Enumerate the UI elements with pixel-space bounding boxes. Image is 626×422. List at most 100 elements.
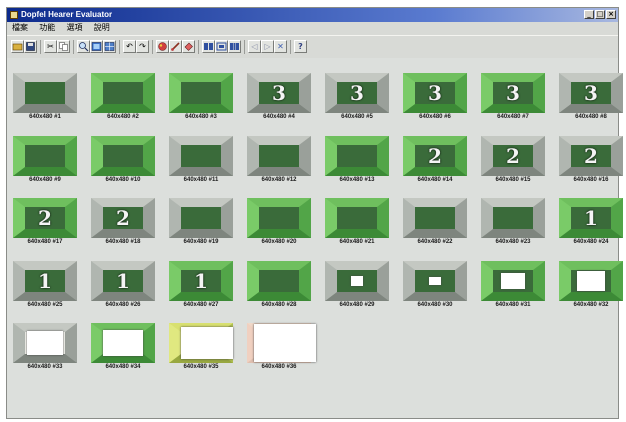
thumbnail-white-box [254, 324, 316, 362]
thumbnail-item[interactable]: 640x480 #35 [169, 323, 233, 370]
thumbnail-caption: 640x480 #9 [29, 177, 61, 183]
save-icon[interactable] [24, 40, 37, 53]
thumbnail-item[interactable]: 1 640x480 #24 [559, 198, 623, 245]
thumbnail-caption: 640x480 #5 [341, 114, 373, 120]
view-icon[interactable] [90, 40, 103, 53]
thumbnail-item[interactable]: 3 640x480 #5 [325, 73, 389, 120]
thumbnail-caption: 640x480 #2 [107, 114, 139, 120]
toolbar-separator [290, 40, 291, 54]
thumbnail-caption: 640x480 #1 [29, 114, 61, 120]
thumbnail-item[interactable]: 640x480 #28 [247, 261, 311, 308]
thumbnail-image [13, 323, 77, 363]
toolbar-separator [152, 40, 153, 54]
thumbnail-caption: 640x480 #13 [339, 177, 375, 183]
thumbnail-item[interactable]: 2 640x480 #15 [481, 136, 545, 183]
thumbnail-item[interactable]: 3 640x480 #7 [481, 73, 545, 120]
thumbnail-digit: 1 [584, 206, 598, 230]
thumbnail-item[interactable]: 3 640x480 #4 [247, 73, 311, 120]
thumbnail-item[interactable]: 3 640x480 #6 [403, 73, 467, 120]
menu-item-help[interactable]: 說明 [89, 22, 114, 34]
thumbnail-item[interactable]: 2 640x480 #14 [403, 136, 467, 183]
maximize-button[interactable]: □ [595, 10, 605, 19]
thumbnail-item[interactable]: 640x480 #12 [247, 136, 311, 183]
nav-right-icon[interactable]: ▷ [261, 40, 274, 53]
thumbnail-item[interactable]: 640x480 #3 [169, 73, 233, 120]
thumbnail-caption: 640x480 #31 [495, 302, 531, 308]
zoom-icon[interactable] [77, 40, 90, 53]
cut-icon[interactable]: ✂ [44, 40, 57, 53]
thumbnail-image [247, 198, 311, 238]
thumbnail-image [91, 73, 155, 113]
thumbnail-caption: 640x480 #25 [27, 302, 63, 308]
thumbnail-item[interactable]: 640x480 #29 [325, 261, 389, 308]
thumbnail-item[interactable]: 640x480 #32 [559, 261, 623, 308]
menu-item-function[interactable]: 功能 [34, 22, 59, 34]
thumbnail-item[interactable]: 640x480 #9 [13, 136, 77, 183]
thumbnail-caption: 640x480 #22 [417, 239, 453, 245]
thumbnail-item[interactable]: 640x480 #13 [325, 136, 389, 183]
close-button[interactable]: × [606, 10, 616, 19]
tool-c-icon[interactable] [228, 40, 241, 53]
thumbnail-image [325, 261, 389, 301]
thumbnail-item[interactable]: 640x480 #22 [403, 198, 467, 245]
thumbnail-caption: 640x480 #16 [573, 177, 609, 183]
menu-item-options[interactable]: 選項 [61, 22, 86, 34]
thumbnail-digit [259, 145, 299, 167]
help-icon[interactable]: ? [294, 40, 307, 53]
thumbnail-digit [181, 207, 221, 229]
thumbnail-item[interactable]: 640x480 #1 [13, 73, 77, 120]
thumbnail-digit: 1 [116, 269, 130, 293]
tool-a-icon[interactable] [202, 40, 215, 53]
thumbnail-digit [103, 82, 143, 104]
thumbnail-grid: 640x480 #1 640x480 #2 640x480 #3 3 640x480 #… [7, 58, 623, 418]
thumbnail-item[interactable]: 640x480 #30 [403, 261, 467, 308]
thumbnail-caption: 640x480 #14 [417, 177, 453, 183]
thumbnail-image [169, 323, 233, 363]
thumbnail-item[interactable]: 640x480 #23 [481, 198, 545, 245]
thumbnail-item[interactable]: 640x480 #33 [13, 323, 77, 370]
thumbnail-item[interactable]: 640x480 #34 [91, 323, 155, 370]
nav-left-icon[interactable]: ◁ [248, 40, 261, 53]
thumbnail-white-box [429, 277, 441, 285]
thumbnail-digit [103, 145, 143, 167]
thumbnail-image [481, 198, 545, 238]
thumbnail-caption: 640x480 #15 [495, 177, 531, 183]
grid-icon[interactable] [103, 40, 116, 53]
thumbnail-image [325, 198, 389, 238]
thumbnail-item[interactable]: 1 640x480 #25 [13, 261, 77, 308]
thumbnail-item[interactable]: 1 640x480 #27 [169, 261, 233, 308]
undo-icon[interactable]: ↶ [123, 40, 136, 53]
minimize-button[interactable]: _ [584, 10, 594, 19]
thumbnail-image: 2 [13, 198, 77, 238]
thumbnail-image: 2 [481, 136, 545, 176]
thumbnail-item[interactable]: 640x480 #21 [325, 198, 389, 245]
copy-icon[interactable] [57, 40, 70, 53]
tool-b-icon[interactable] [215, 40, 228, 53]
folder-icon[interactable] [11, 40, 24, 53]
thumbnail-item[interactable]: 2 640x480 #17 [13, 198, 77, 245]
thumbnail-item[interactable]: 640x480 #11 [169, 136, 233, 183]
thumbnail-image [403, 198, 467, 238]
thumbnail-caption: 640x480 #10 [105, 177, 141, 183]
menu-item-file[interactable]: 檔案 [7, 22, 32, 34]
thumbnail-digit: 2 [428, 144, 442, 168]
thumbnail-item[interactable]: 640x480 #20 [247, 198, 311, 245]
thumbnail-image: 3 [403, 73, 467, 113]
thumbnail-item[interactable]: 2 640x480 #16 [559, 136, 623, 183]
thumbnail-image [247, 136, 311, 176]
thumbnail-item[interactable]: 640x480 #36 [247, 323, 316, 370]
thumbnail-item[interactable]: 640x480 #2 [91, 73, 155, 120]
thumbnail-item[interactable]: 640x480 #10 [91, 136, 155, 183]
thumbnail-item[interactable]: 640x480 #31 [481, 261, 545, 308]
thumbnail-white-box [27, 331, 63, 355]
title-bar[interactable]: Dopfel Hearer Evaluator _ □ × [7, 8, 618, 22]
thumbnail-item[interactable]: 3 640x480 #8 [559, 73, 623, 120]
brush-icon[interactable] [169, 40, 182, 53]
color-icon[interactable] [156, 40, 169, 53]
redo-icon[interactable]: ↷ [136, 40, 149, 53]
thumbnail-item[interactable]: 2 640x480 #18 [91, 198, 155, 245]
fill-icon[interactable] [182, 40, 195, 53]
thumbnail-item[interactable]: 1 640x480 #26 [91, 261, 155, 308]
thumbnail-item[interactable]: 640x480 #19 [169, 198, 233, 245]
close-view-icon[interactable]: ✕ [274, 40, 287, 53]
